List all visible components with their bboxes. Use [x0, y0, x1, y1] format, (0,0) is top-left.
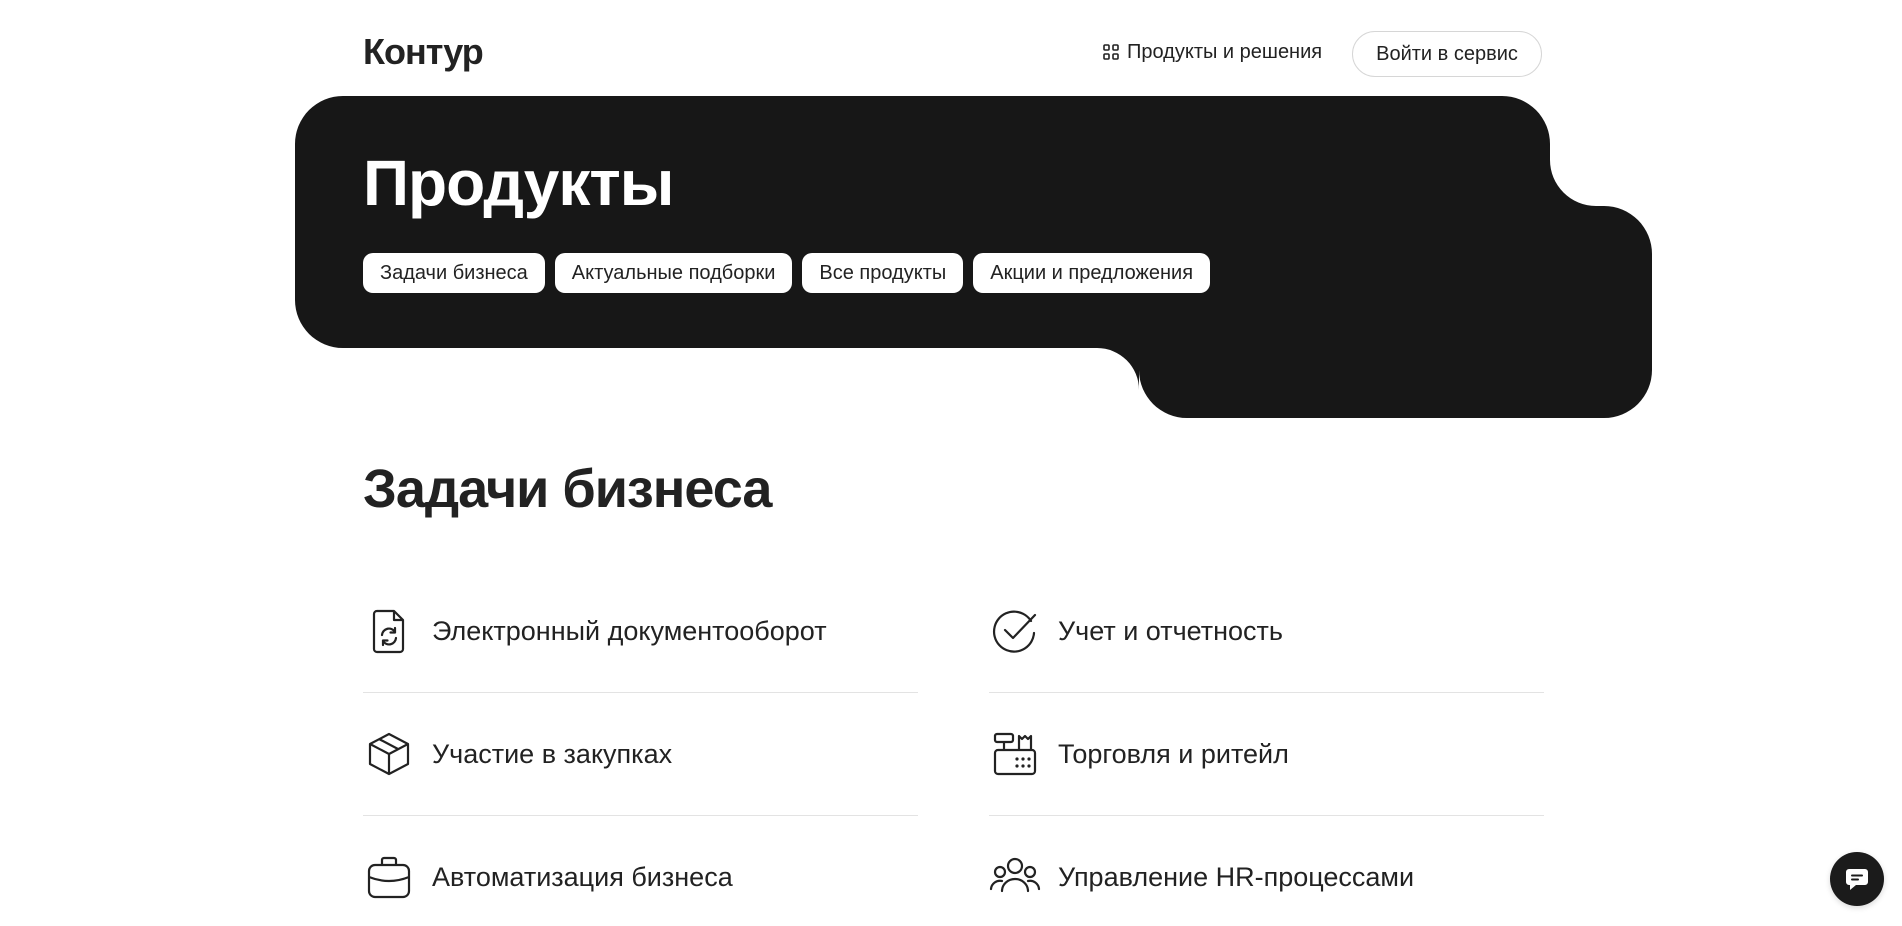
chat-icon [1846, 869, 1868, 890]
briefcase-icon [367, 856, 411, 899]
task-label: Участие в закупках [432, 738, 673, 769]
products-and-solutions-link[interactable]: Продукты и решения [1103, 40, 1322, 64]
login-button[interactable]: Войти в сервис [1352, 31, 1542, 77]
task-label: Автоматизация бизнеса [432, 861, 733, 892]
chip-promotions[interactable]: Акции и предложения [973, 253, 1211, 293]
task-edo[interactable]: Электронный документооборот [363, 570, 918, 693]
task-label: Учет и отчетность [1058, 615, 1283, 646]
document-sync-icon [372, 609, 405, 654]
hero-chips: Задачи бизнеса Актуальные подборки Все п… [363, 253, 1211, 293]
people-group-icon [989, 857, 1041, 893]
task-hr[interactable]: Управление HR-процессами [989, 816, 1544, 926]
cash-register-icon [993, 732, 1037, 776]
task-automation[interactable]: Автоматизация бизнеса [363, 816, 918, 926]
chip-business-tasks[interactable]: Задачи бизнеса [363, 253, 545, 293]
products-link-label: Продукты и решения [1127, 41, 1323, 63]
task-retail[interactable]: Торговля и ритейл [989, 693, 1544, 816]
task-label: Электронный документооборот [432, 615, 827, 646]
box-icon [368, 732, 410, 776]
chat-button[interactable] [1830, 852, 1884, 906]
section-title: Задачи бизнеса [363, 459, 772, 519]
task-label: Торговля и ритейл [1058, 738, 1289, 769]
logo[interactable]: Контур [363, 32, 484, 72]
chip-all-products[interactable]: Все продукты [802, 253, 964, 293]
check-circle-icon [992, 610, 1037, 653]
hero-title: Продукты [363, 147, 674, 219]
grid-icon [1103, 44, 1119, 60]
chip-collections[interactable]: Актуальные подборки [554, 253, 793, 293]
task-accounting[interactable]: Учет и отчетность [989, 570, 1544, 693]
task-label: Управление HR-процессами [1058, 861, 1415, 892]
header: Контур Продукты и решения Войти в сервис [0, 0, 1902, 96]
page: Контур Продукты и решения Войти в сервис… [0, 0, 1902, 926]
task-procurement[interactable]: Участие в закупках [363, 693, 918, 816]
